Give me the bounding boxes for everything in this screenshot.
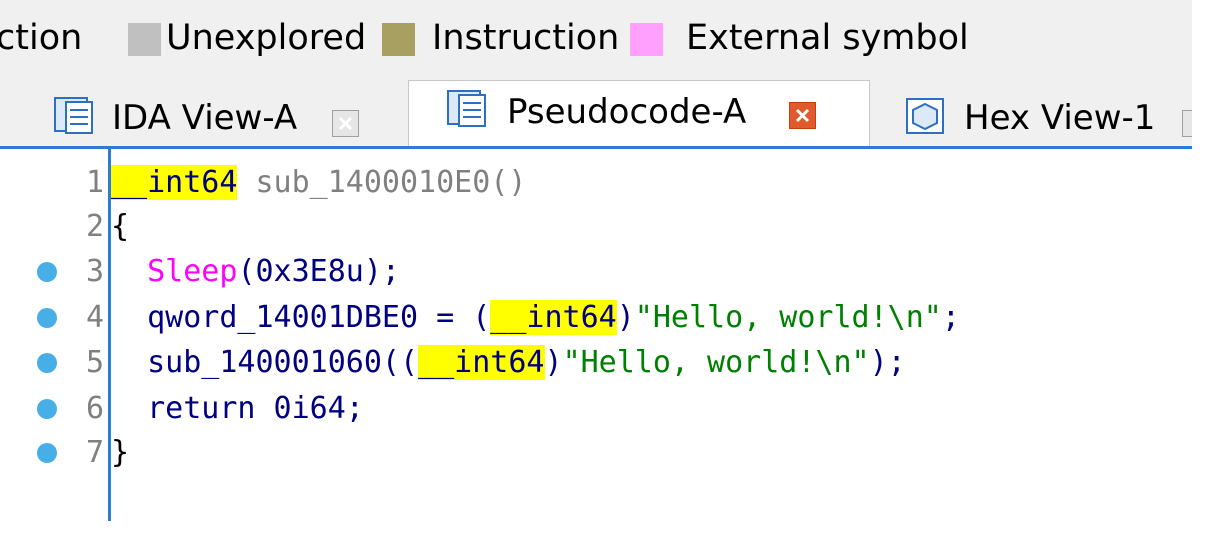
brace-open: { xyxy=(111,209,130,244)
hex-view-icon xyxy=(906,98,946,140)
cast-close: ) xyxy=(616,300,635,335)
tab-pseudocode-a[interactable]: Pseudocode-A xyxy=(408,80,870,148)
tab-label: Hex View-1 xyxy=(964,98,1156,138)
string-literal[interactable]: "Hello, world!\n" xyxy=(635,300,942,335)
line-number: 2 xyxy=(85,209,104,244)
brace-close: } xyxy=(111,435,130,470)
line-number: 4 xyxy=(85,300,104,335)
legend-swatch-unexplored xyxy=(128,23,161,56)
string-literal[interactable]: "Hello, world!\n" xyxy=(563,345,870,380)
tab-label: Pseudocode-A xyxy=(507,92,747,132)
code-line-1[interactable]: 1 __int64 sub_1400010E0() xyxy=(0,159,1192,205)
pseudocode-view[interactable]: 1 __int64 sub_1400010E0() 2 { 3 Sleep(0x… xyxy=(0,149,1192,535)
legend-label-unexplored: Unexplored xyxy=(166,18,367,58)
code-line-4[interactable]: 4 qword_14001DBE0 = (__int64)"Hello, wor… xyxy=(0,294,1192,340)
legend-swatch-instruction xyxy=(382,23,415,56)
breakpoint-dot[interactable] xyxy=(37,262,57,282)
legend-swatch-external-symbol xyxy=(630,23,663,56)
breakpoint-dot[interactable] xyxy=(37,308,57,328)
legend-label-function: ction xyxy=(0,18,83,58)
line-number: 6 xyxy=(85,391,104,426)
tab-ida-view-a[interactable]: IDA View-A xyxy=(50,88,390,148)
return-statement[interactable]: return 0i64; xyxy=(147,391,364,426)
statement-end: ); xyxy=(869,345,906,380)
line-number: 3 xyxy=(85,254,104,289)
code-line-2[interactable]: 2 { xyxy=(0,203,1192,249)
legend-label-instruction: Instruction xyxy=(432,18,620,58)
type-cast[interactable]: __int64 xyxy=(490,300,617,335)
listing-icon xyxy=(447,90,487,132)
line-number: 7 xyxy=(85,435,104,470)
type-cast[interactable]: __int64 xyxy=(418,345,545,380)
assignment-lhs[interactable]: qword_14001DBE0 = ( xyxy=(147,300,490,335)
call-args: (0x3E8u); xyxy=(237,254,400,289)
listing-icon xyxy=(54,97,94,139)
statement-end: ; xyxy=(941,300,960,335)
function-call[interactable]: sub_140001060(( xyxy=(147,345,418,380)
breakpoint-dot[interactable] xyxy=(37,399,57,419)
close-icon[interactable] xyxy=(789,102,816,129)
legend-label-external-symbol: External symbol xyxy=(686,18,969,58)
type-keyword[interactable]: __int64 xyxy=(111,165,238,200)
breakpoint-dot[interactable] xyxy=(37,443,57,463)
code-line-5[interactable]: 5 sub_140001060((__int64)"Hello, world!\… xyxy=(0,339,1192,385)
close-icon[interactable] xyxy=(332,110,359,137)
function-name[interactable]: sub_1400010E0() xyxy=(237,165,526,200)
line-number: 5 xyxy=(85,345,104,380)
code-line-7[interactable]: 7 } xyxy=(0,429,1192,475)
code-line-6[interactable]: 6 return 0i64; xyxy=(0,385,1192,431)
tab-hex-view-1[interactable]: Hex View-1 xyxy=(902,88,1192,148)
tab-label: IDA View-A xyxy=(112,98,298,138)
tab-bar: IDA View-A Pseudocode-A Hex View-1 xyxy=(0,80,1192,148)
legend-bar: ction Unexplored Instruction External sy… xyxy=(0,0,1192,80)
close-icon[interactable] xyxy=(1182,110,1192,137)
breakpoint-dot[interactable] xyxy=(37,353,57,373)
code-line-3[interactable]: 3 Sleep(0x3E8u); xyxy=(0,248,1192,294)
api-call-sleep[interactable]: Sleep xyxy=(147,254,237,289)
cast-close: ) xyxy=(544,345,563,380)
line-number: 1 xyxy=(85,165,104,200)
